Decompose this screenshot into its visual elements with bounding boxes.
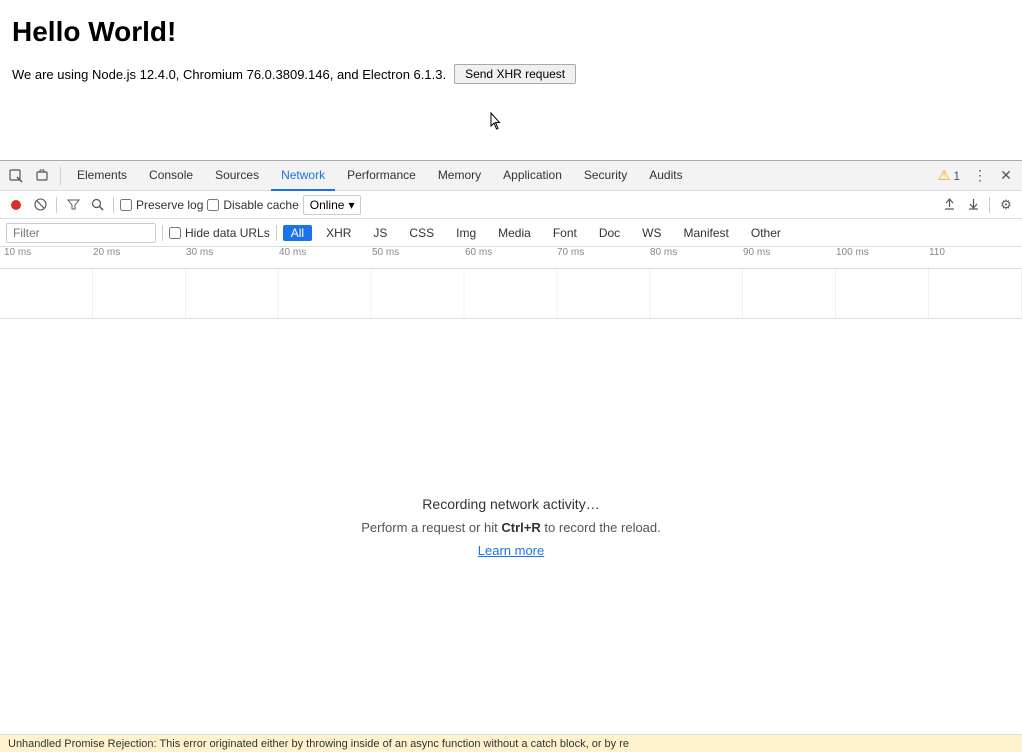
throttle-chevron-icon: ▾ bbox=[348, 198, 354, 212]
tick-40ms: 40 ms bbox=[279, 247, 306, 258]
warning-badge[interactable]: ⚠ 1 bbox=[932, 165, 966, 186]
filter-type-xhr[interactable]: XHR bbox=[318, 225, 359, 241]
bottom-error-bar: Unhandled Promise Rejection: This error … bbox=[0, 734, 1022, 752]
network-toolbar-right: ⚙ bbox=[939, 195, 1016, 215]
page-subtitle: We are using Node.js 12.4.0, Chromium 76… bbox=[12, 64, 1010, 84]
inspect-icon bbox=[9, 169, 23, 183]
subtitle-text: We are using Node.js 12.4.0, Chromium 76… bbox=[12, 67, 446, 82]
export-har-button[interactable] bbox=[963, 195, 983, 215]
preserve-log-checkbox[interactable] bbox=[120, 199, 132, 211]
upload-icon bbox=[943, 198, 956, 211]
devtools-panel: Elements Console Sources Network Perform… bbox=[0, 160, 1022, 734]
tick-60ms: 60 ms bbox=[465, 247, 492, 258]
filter-bar-separator bbox=[162, 225, 163, 241]
download-icon bbox=[967, 198, 980, 211]
filter-input-wrap bbox=[6, 223, 156, 243]
tick-100ms: 100 ms bbox=[836, 247, 869, 258]
devtools-tabs-right: ⚠ 1 ⋮ ✕ bbox=[932, 164, 1018, 188]
filter-type-img[interactable]: Img bbox=[448, 225, 484, 241]
bottom-bar-text: Unhandled Promise Rejection: This error … bbox=[8, 738, 629, 750]
learn-more-link[interactable]: Learn more bbox=[478, 543, 544, 558]
record-icon bbox=[10, 199, 22, 211]
filter-type-font[interactable]: Font bbox=[545, 225, 585, 241]
toolbar-separator-3 bbox=[989, 197, 990, 213]
page-content: Hello World! We are using Node.js 12.4.0… bbox=[0, 0, 1022, 160]
throttle-select[interactable]: Online ▾ bbox=[303, 195, 362, 215]
tick-20ms: 20 ms bbox=[93, 247, 120, 258]
warning-icon: ⚠ bbox=[938, 167, 951, 184]
filter-input[interactable] bbox=[13, 226, 149, 240]
search-button[interactable] bbox=[87, 195, 107, 215]
hide-data-urls-checkbox[interactable] bbox=[169, 227, 181, 239]
tick-50ms: 50 ms bbox=[372, 247, 399, 258]
page-title: Hello World! bbox=[12, 16, 1010, 48]
filter-type-other[interactable]: Other bbox=[743, 225, 789, 241]
more-options-button[interactable]: ⋮ bbox=[968, 164, 992, 188]
recording-text: Recording network activity… bbox=[422, 496, 599, 512]
filter-icon bbox=[67, 198, 80, 211]
tab-security[interactable]: Security bbox=[574, 161, 637, 191]
clear-button[interactable] bbox=[30, 195, 50, 215]
tab-audits[interactable]: Audits bbox=[639, 161, 692, 191]
timeline-ruler: 10 ms 20 ms 30 ms 40 ms 50 ms 60 ms bbox=[0, 247, 1022, 269]
toolbar-separator-2 bbox=[113, 197, 114, 213]
tab-sources[interactable]: Sources bbox=[205, 161, 269, 191]
disable-cache-label[interactable]: Disable cache bbox=[207, 198, 298, 212]
tick-70ms: 70 ms bbox=[557, 247, 584, 258]
perform-text: Perform a request or hit Ctrl+R to recor… bbox=[361, 520, 661, 535]
filter-bar-separator-2 bbox=[276, 225, 277, 241]
tab-performance[interactable]: Performance bbox=[337, 161, 426, 191]
inspect-element-button[interactable] bbox=[4, 164, 28, 188]
device-icon bbox=[35, 169, 49, 183]
tab-application[interactable]: Application bbox=[493, 161, 572, 191]
search-icon bbox=[91, 198, 104, 211]
import-har-button[interactable] bbox=[939, 195, 959, 215]
hide-data-urls-label[interactable]: Hide data URLs bbox=[169, 226, 270, 240]
tick-110: 110 bbox=[929, 247, 945, 258]
filter-bar: Hide data URLs All XHR JS CSS Img Media … bbox=[0, 219, 1022, 247]
toolbar-separator-1 bbox=[56, 197, 57, 213]
devtools-tabs-bar: Elements Console Sources Network Perform… bbox=[0, 161, 1022, 191]
waterfall-grid bbox=[0, 269, 1022, 319]
filter-type-ws[interactable]: WS bbox=[634, 225, 669, 241]
tick-10ms: 10 ms bbox=[0, 247, 31, 258]
network-settings-button[interactable]: ⚙ bbox=[996, 195, 1016, 215]
tab-elements[interactable]: Elements bbox=[67, 161, 137, 191]
send-xhr-button[interactable]: Send XHR request bbox=[454, 64, 576, 84]
network-toolbar: Preserve log Disable cache Online ▾ bbox=[0, 191, 1022, 219]
tick-90ms: 90 ms bbox=[743, 247, 770, 258]
network-empty-state: Recording network activity… Perform a re… bbox=[0, 319, 1022, 734]
close-devtools-button[interactable]: ✕ bbox=[994, 164, 1018, 188]
disable-cache-checkbox[interactable] bbox=[207, 199, 219, 211]
filter-type-css[interactable]: CSS bbox=[401, 225, 442, 241]
filter-type-js[interactable]: JS bbox=[365, 225, 395, 241]
filter-type-manifest[interactable]: Manifest bbox=[676, 225, 737, 241]
preserve-log-label[interactable]: Preserve log bbox=[120, 198, 203, 212]
tick-80ms: 80 ms bbox=[650, 247, 677, 258]
tick-30ms: 30 ms bbox=[186, 247, 213, 258]
filter-type-all[interactable]: All bbox=[283, 225, 312, 241]
record-button[interactable] bbox=[6, 195, 26, 215]
tab-memory[interactable]: Memory bbox=[428, 161, 491, 191]
perform-text-1: Perform a request or hit bbox=[361, 520, 498, 535]
tab-separator bbox=[60, 167, 61, 185]
filter-type-doc[interactable]: Doc bbox=[591, 225, 628, 241]
filter-type-media[interactable]: Media bbox=[490, 225, 539, 241]
device-toolbar-button[interactable] bbox=[30, 164, 54, 188]
keyboard-shortcut: Ctrl+R bbox=[501, 520, 540, 535]
warning-count: 1 bbox=[953, 169, 960, 183]
tab-network[interactable]: Network bbox=[271, 161, 335, 191]
clear-icon bbox=[34, 198, 47, 211]
filter-button[interactable] bbox=[63, 195, 83, 215]
perform-text-2: to record the reload. bbox=[544, 520, 660, 535]
tab-console[interactable]: Console bbox=[139, 161, 203, 191]
